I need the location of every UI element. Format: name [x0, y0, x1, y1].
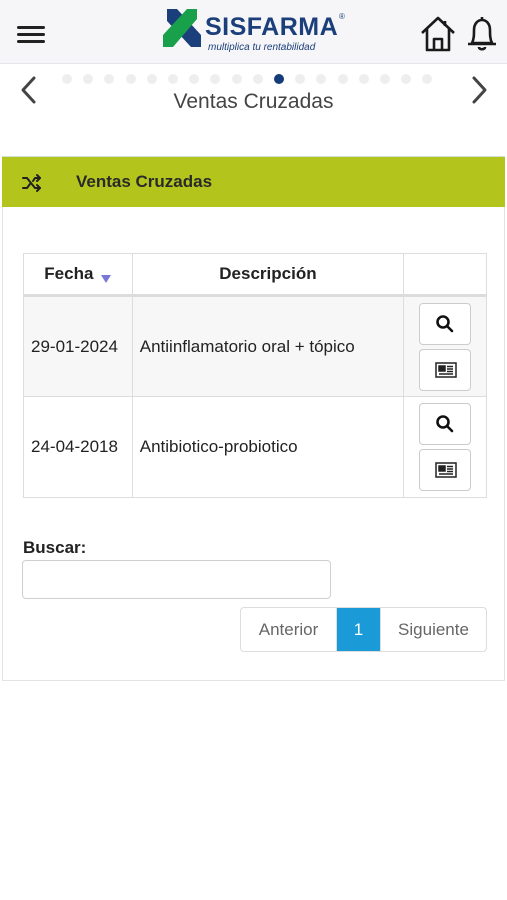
section-title: Ventas Cruzadas — [76, 172, 213, 191]
cell-descripcion: Antibiotico-probiotico — [131, 396, 405, 498]
carousel-dot[interactable] — [189, 74, 200, 84]
carousel-dot[interactable] — [146, 74, 157, 84]
table-row: 29-01-2024 Antiinflamatorio oral + tópic… — [23, 295, 487, 397]
carousel-dot[interactable] — [358, 74, 369, 84]
column-header-descripcion[interactable]: Descripción — [131, 253, 405, 297]
cell-actions — [403, 396, 487, 498]
column-header-label: Fecha — [44, 264, 94, 283]
column-header-label: Descripción — [219, 264, 317, 283]
menu-line — [17, 26, 45, 29]
search-label: Buscar: — [23, 538, 87, 557]
pagination: Anterior 1 Siguiente — [240, 607, 487, 652]
cell-actions — [403, 295, 487, 397]
carousel-dot[interactable] — [210, 74, 221, 84]
home-icon[interactable] — [418, 14, 458, 54]
carousel-dot[interactable] — [62, 74, 72, 84]
module-carousel: Ventas Cruzadas — [0, 64, 507, 134]
carousel-dot[interactable] — [104, 74, 115, 84]
carousel-dot[interactable] — [252, 74, 263, 84]
newspaper-icon — [435, 361, 457, 378]
column-header-fecha[interactable]: Fecha — [23, 253, 133, 297]
logo-mark-icon — [163, 9, 201, 47]
sort-desc-icon — [101, 275, 112, 283]
table-row: 24-04-2018 Antibiotico-probiotico — [23, 396, 487, 498]
carousel-dot[interactable] — [168, 74, 178, 84]
app-header: SISFARMA ® multiplica tu rentabilidad — [0, 0, 507, 64]
cell-descripcion: Antiinflamatorio oral + tópico — [131, 295, 405, 397]
shuffle-icon — [22, 174, 41, 192]
carousel-dots — [62, 72, 442, 86]
section-banner: Ventas Cruzadas — [2, 156, 505, 207]
search-icon — [436, 415, 454, 433]
view-report-button[interactable] — [419, 449, 472, 491]
pagination-page-button[interactable]: 1 — [337, 608, 380, 651]
menu-line — [17, 33, 45, 36]
search-input[interactable] — [22, 560, 331, 599]
data-table: Fecha Descripción 29-01-2024 Antiinflama… — [23, 253, 487, 498]
page-title: Ventas Cruzadas — [173, 90, 334, 113]
carousel-dot[interactable] — [83, 74, 94, 84]
view-details-button[interactable] — [419, 403, 472, 445]
newspaper-icon — [435, 462, 457, 478]
carousel-dot[interactable] — [295, 74, 306, 84]
carousel-dot-active[interactable] — [274, 74, 284, 84]
column-header-actions — [403, 253, 487, 297]
brand-logo[interactable]: SISFARMA ® multiplica tu rentabilidad — [163, 9, 348, 57]
table-header-row: Fecha Descripción — [23, 253, 487, 297]
carousel-dot[interactable] — [125, 74, 136, 84]
carousel-dot[interactable] — [401, 74, 412, 84]
cell-fecha: 24-04-2018 — [23, 396, 133, 498]
carousel-dot[interactable] — [422, 74, 433, 84]
menu-line — [17, 40, 45, 43]
brand-name: SISFARMA — [205, 13, 339, 41]
cell-fecha: 29-01-2024 — [23, 295, 133, 397]
pagination-next-button[interactable]: Siguiente — [380, 608, 486, 651]
pagination-previous-button[interactable]: Anterior — [241, 608, 337, 651]
view-details-button[interactable] — [419, 302, 472, 345]
carousel-dot[interactable] — [337, 74, 348, 84]
carousel-dot[interactable] — [380, 74, 390, 84]
carousel-dot[interactable] — [316, 74, 327, 84]
registered-mark: ® — [339, 12, 345, 21]
brand-tagline: multiplica tu rentabilidad — [208, 42, 316, 53]
view-report-button[interactable] — [419, 348, 472, 391]
content-panel: Fecha Descripción 29-01-2024 Antiinflama… — [2, 207, 505, 681]
search-icon — [436, 314, 454, 332]
notifications-bell-icon[interactable] — [464, 14, 500, 54]
carousel-dot[interactable] — [231, 74, 242, 84]
menu-icon[interactable] — [14, 22, 48, 46]
